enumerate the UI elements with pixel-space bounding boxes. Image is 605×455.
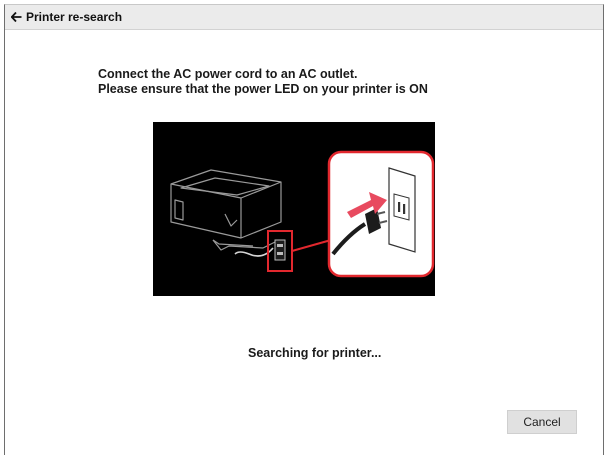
back-arrow-icon (11, 12, 22, 22)
printer-power-cord-icon (153, 122, 435, 296)
instruction-line-2: Please ensure that the power LED on your… (98, 82, 428, 96)
instruction-line-1: Connect the AC power cord to an AC outle… (98, 67, 358, 81)
title-bar: Printer re-search (5, 5, 603, 30)
back-button[interactable] (5, 5, 22, 29)
window-title: Printer re-search (26, 10, 123, 24)
search-status: Searching for printer... (248, 346, 382, 360)
instructions: Connect the AC power cord to an AC outle… (98, 67, 578, 97)
power-cord-illustration (153, 122, 435, 296)
cancel-button[interactable]: Cancel (507, 410, 577, 434)
printer-research-window: Printer re-search Connect the AC power c… (4, 4, 604, 455)
